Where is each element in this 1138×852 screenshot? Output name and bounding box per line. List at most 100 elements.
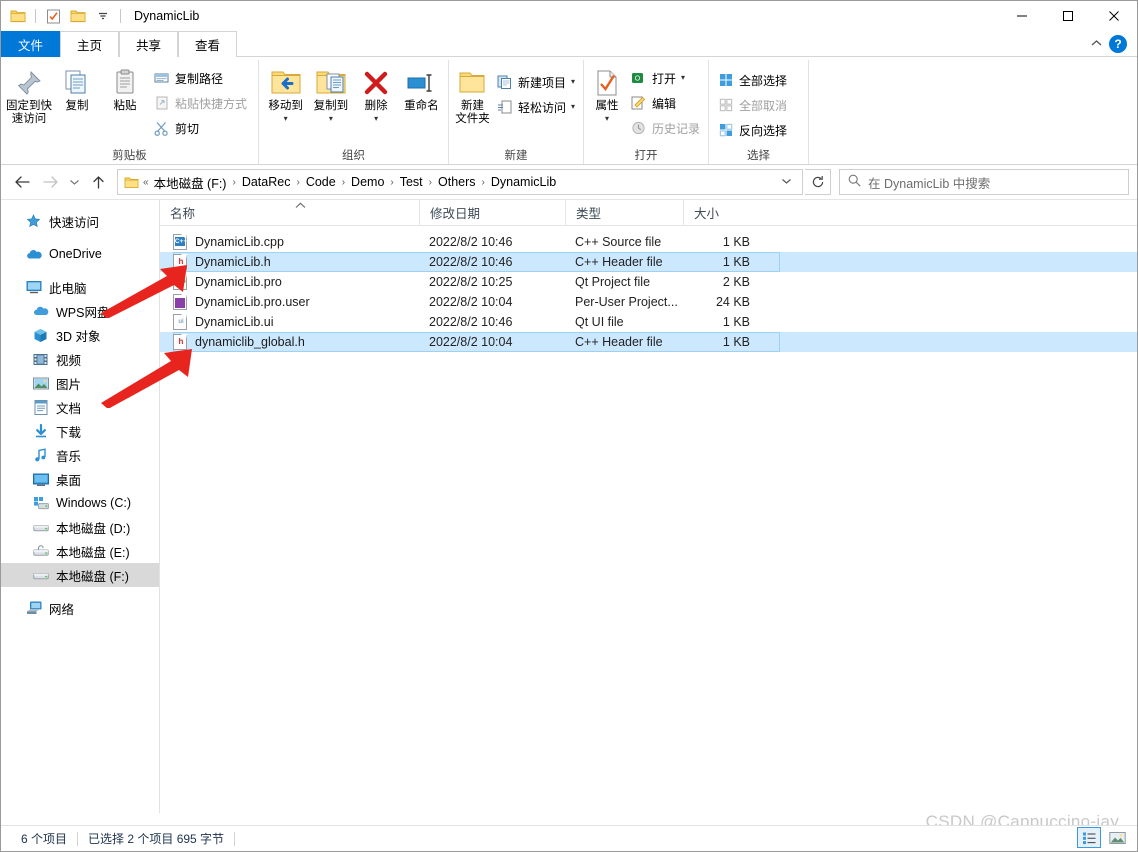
breadcrumb-sep-3[interactable]: › [389, 177, 394, 188]
search-box[interactable]: 在 DynamicLib 中搜索 [839, 169, 1129, 195]
close-button[interactable] [1091, 1, 1137, 31]
sidebar-item-this-pc[interactable]: 此电脑 [1, 275, 159, 299]
delete-caret-icon[interactable]: ▾ [374, 112, 378, 125]
select-none-button[interactable]: 全部取消 [713, 94, 791, 116]
history-icon [630, 120, 647, 137]
breadcrumb-sep-4[interactable]: › [428, 177, 433, 188]
properties-button[interactable]: 属性 ▾ [588, 63, 626, 128]
select-all-button[interactable]: 全部选择 [713, 69, 791, 91]
new-folder-button[interactable]: 新建 文件夹 [453, 63, 492, 129]
sidebar-item-local-disk-d[interactable]: 本地磁盘 (D:) [1, 515, 159, 539]
table-row[interactable]: h dynamiclib_global.h 2022/8/2 10:04 C++… [160, 332, 1137, 352]
sidebar-item-quick-access[interactable]: 快速访问 [1, 209, 159, 233]
sidebar-item-local-disk-f[interactable]: 本地磁盘 (F:) [1, 563, 159, 587]
large-icons-view-button[interactable] [1105, 827, 1129, 848]
maximize-button[interactable] [1045, 1, 1091, 31]
sidebar-item-wps-cloud[interactable]: WPS网盘 [1, 299, 159, 323]
back-button[interactable] [9, 169, 35, 195]
table-row[interactable]: DynamicLib.pro.user 2022/8/2 10:04 Per-U… [160, 292, 1137, 312]
open-button[interactable]: O 打开 ▾ [626, 67, 704, 89]
table-row[interactable]: h DynamicLib.h 2022/8/2 10:46 C++ Header… [160, 252, 1137, 272]
qat-properties-icon[interactable] [42, 5, 64, 27]
sidebar-item-local-disk-e[interactable]: 本地磁盘 (E:) [1, 539, 159, 563]
edit-button[interactable]: 编辑 [626, 92, 704, 114]
sidebar-item-music[interactable]: 音乐 [1, 443, 159, 467]
file-name-label: DynamicLib.ui [195, 315, 274, 329]
file-name-cell[interactable]: h DynamicLib.h [160, 254, 419, 270]
breadcrumb-sep-0[interactable]: › [231, 177, 236, 188]
sidebar-item-3d-objects[interactable]: 3D 对象 [1, 323, 159, 347]
easy-access-caret-icon[interactable]: ▾ [571, 103, 575, 111]
easy-access-button[interactable]: 轻松访问 ▾ [492, 96, 579, 118]
breadcrumb-item-4[interactable]: Test [396, 174, 427, 190]
refresh-button[interactable] [805, 169, 831, 195]
sidebar-item-onedrive[interactable]: OneDrive [1, 242, 159, 266]
help-button[interactable]: ? [1109, 34, 1127, 53]
sidebar-item-pictures[interactable]: 图片 [1, 371, 159, 395]
table-row[interactable]: pro DynamicLib.pro 2022/8/2 10:25 Qt Pro… [160, 272, 1137, 292]
move-to-button[interactable]: 移动到 ▾ [263, 63, 308, 128]
file-name-cell[interactable]: DynamicLib.pro.user [160, 294, 419, 310]
tab-home[interactable]: 主页 [60, 31, 120, 57]
up-button[interactable] [85, 169, 111, 195]
sidebar-item-network[interactable]: 网络 [1, 596, 159, 620]
sidebar-item-downloads[interactable]: 下载 [1, 419, 159, 443]
column-header-type[interactable]: 类型 [565, 200, 683, 226]
breadcrumb-item-1[interactable]: DataRec [238, 174, 295, 190]
sidebar-label-wps-cloud: WPS网盘 [56, 305, 110, 320]
copy-path-button[interactable]: 复制路径 [149, 67, 251, 89]
table-row[interactable]: ui DynamicLib.ui 2022/8/2 10:46 Qt UI fi… [160, 312, 1137, 332]
pin-to-quick-access-button[interactable]: 固定到快 速访问 [5, 63, 53, 129]
breadcrumb-dropdown-icon[interactable] [775, 177, 798, 188]
copy-button[interactable]: 复制 [53, 63, 101, 116]
new-item-button[interactable]: 新建项目 ▾ [492, 71, 579, 93]
tab-view[interactable]: 查看 [178, 31, 238, 57]
details-view-button[interactable] [1077, 827, 1101, 848]
rename-button[interactable]: 重命名 [399, 63, 444, 116]
history-button[interactable]: 历史记录 [626, 117, 704, 139]
properties-caret-icon[interactable]: ▾ [605, 112, 609, 125]
invert-selection-button[interactable]: 反向选择 [713, 119, 791, 141]
forward-button[interactable] [37, 169, 63, 195]
breadcrumb-item-0[interactable]: 本地磁盘 (F:) [150, 172, 231, 193]
open-caret-icon[interactable]: ▾ [681, 74, 685, 82]
tab-share[interactable]: 共享 [119, 31, 179, 57]
copy-to-caret-icon[interactable]: ▾ [329, 112, 333, 125]
tab-file[interactable]: 文件 [1, 31, 61, 57]
sidebar-item-windows-c[interactable]: Windows (C:) [1, 491, 159, 515]
breadcrumb-item-5[interactable]: Others [434, 174, 480, 190]
sidebar-item-videos[interactable]: 视频 [1, 347, 159, 371]
paste-button[interactable]: 粘贴 [101, 63, 149, 116]
sidebar-item-desktop[interactable]: 桌面 [1, 467, 159, 491]
table-row[interactable]: C++ DynamicLib.cpp 2022/8/2 10:46 C++ So… [160, 232, 1137, 252]
paste-shortcut-button[interactable]: 粘贴快捷方式 [149, 92, 251, 114]
breadcrumb-item-2[interactable]: Code [302, 174, 340, 190]
qat-folder-icon[interactable] [7, 5, 29, 27]
breadcrumb-sep-2[interactable]: › [341, 177, 346, 188]
column-header-date[interactable]: 修改日期 [419, 200, 565, 226]
qat-new-folder-icon[interactable] [67, 5, 89, 27]
breadcrumb-item-6[interactable]: DynamicLib [487, 174, 560, 190]
column-header-size[interactable]: 大小 [683, 200, 762, 226]
column-header-name[interactable]: 名称 [160, 200, 419, 226]
file-name-cell[interactable]: C++ DynamicLib.cpp [160, 234, 419, 250]
chevron-up-icon[interactable] [1090, 37, 1103, 51]
new-item-caret-icon[interactable]: ▾ [571, 78, 575, 86]
breadcrumb-sep-1[interactable]: › [295, 177, 300, 188]
breadcrumb-sep-5[interactable]: › [481, 177, 486, 188]
breadcrumb-item-3[interactable]: Demo [347, 174, 388, 190]
qat-customize-icon[interactable] [92, 5, 114, 27]
move-to-caret-icon[interactable]: ▾ [284, 112, 288, 125]
file-name-cell[interactable]: h dynamiclib_global.h [160, 334, 419, 350]
breadcrumb-bar[interactable]: « 本地磁盘 (F:) › DataRec › Code › Demo › Te… [117, 169, 803, 195]
cut-button[interactable]: 剪切 [149, 117, 251, 139]
recent-locations-button[interactable] [65, 169, 83, 195]
copy-to-button[interactable]: 复制到 ▾ [308, 63, 353, 128]
file-name-cell[interactable]: ui DynamicLib.ui [160, 314, 419, 330]
downloads-icon [32, 423, 49, 440]
delete-button[interactable]: 删除 ▾ [354, 63, 399, 128]
minimize-button[interactable] [999, 1, 1045, 31]
breadcrumb-overflow[interactable]: « [142, 177, 150, 188]
sidebar-item-documents[interactable]: 文档 [1, 395, 159, 419]
file-name-cell[interactable]: pro DynamicLib.pro [160, 274, 419, 290]
